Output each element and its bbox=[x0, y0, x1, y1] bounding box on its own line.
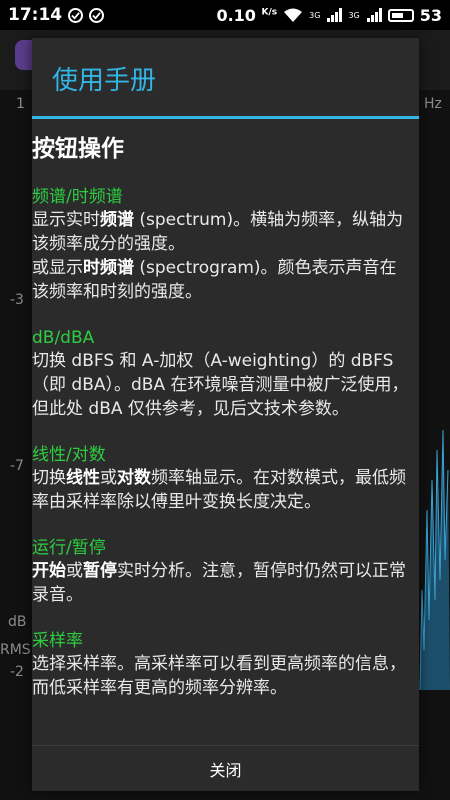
battery-icon bbox=[387, 8, 414, 22]
network-speed: 0.10 K/s bbox=[216, 5, 278, 25]
network-type-label-2: 3G bbox=[348, 10, 360, 20]
check-circle-icon-2 bbox=[89, 7, 105, 23]
bg-axis-label: 1 bbox=[16, 96, 25, 112]
status-bar: 17:14 0.10 K/s 3G 3G 53 bbox=[0, 0, 450, 30]
bg-axis-tick-2: -7 bbox=[10, 458, 24, 474]
section-text-spectrum: 显示实时频谱 (spectrum)。横轴为频率，纵轴为该频率成分的强度。 或显示… bbox=[32, 210, 404, 302]
close-button[interactable]: 关闭 bbox=[32, 745, 419, 791]
check-circle-icon bbox=[68, 7, 84, 23]
battery-percent: 53 bbox=[419, 5, 442, 25]
section-text-dba: 切换 dBFS 和 A-加权（A-weighting）的 dBFS（即 dBA）… bbox=[32, 351, 409, 419]
status-time: 17:14 bbox=[8, 5, 63, 25]
section-text-samplerate: 选择采样率。高采样率可以看到更高频率的信息，而低采样率有更高的频率分辨率。 bbox=[32, 654, 406, 698]
network-type-label: 3G bbox=[309, 10, 321, 20]
section-title-samplerate: 采样率 bbox=[32, 631, 83, 651]
signal-icon bbox=[327, 8, 343, 22]
spectrum-trace bbox=[419, 429, 450, 690]
signal-icon-2 bbox=[366, 8, 382, 22]
section-title-scale: 线性/对数 bbox=[32, 445, 106, 465]
manual-dialog: 使用手册 按钮操作 频谱/时频谱 显示实时频谱 (spectrum)。横轴为频率… bbox=[32, 38, 419, 791]
section-text-run: 开始或暂停实时分析。注意，暂停时仍然可以正常录音。 bbox=[32, 561, 406, 605]
section-text-scale: 切换线性或对数频率轴显示。在对数模式，最低频率由采样率除以傅里叶变换长度决定。 bbox=[32, 468, 406, 512]
dialog-title: 使用手册 bbox=[52, 66, 157, 96]
section-title-spectrum: 频谱/时频谱 bbox=[32, 187, 123, 207]
content-heading: 按钮操作 bbox=[32, 136, 124, 162]
bg-axis-unit: Hz bbox=[424, 96, 442, 112]
section-title-dba: dB/dBA bbox=[32, 328, 95, 348]
dialog-content[interactable]: 按钮操作 频谱/时频谱 显示实时频谱 (spectrum)。横轴为频率，纵轴为该… bbox=[32, 119, 419, 766]
section-title-run: 运行/暂停 bbox=[32, 538, 106, 558]
wifi-icon bbox=[284, 8, 303, 22]
bg-axis-unit-db: dB bbox=[8, 614, 27, 630]
bg-rms-value: -2 bbox=[10, 664, 24, 680]
bg-rms-label: RMS bbox=[0, 642, 31, 658]
bg-axis-tick: -3 bbox=[10, 292, 24, 308]
